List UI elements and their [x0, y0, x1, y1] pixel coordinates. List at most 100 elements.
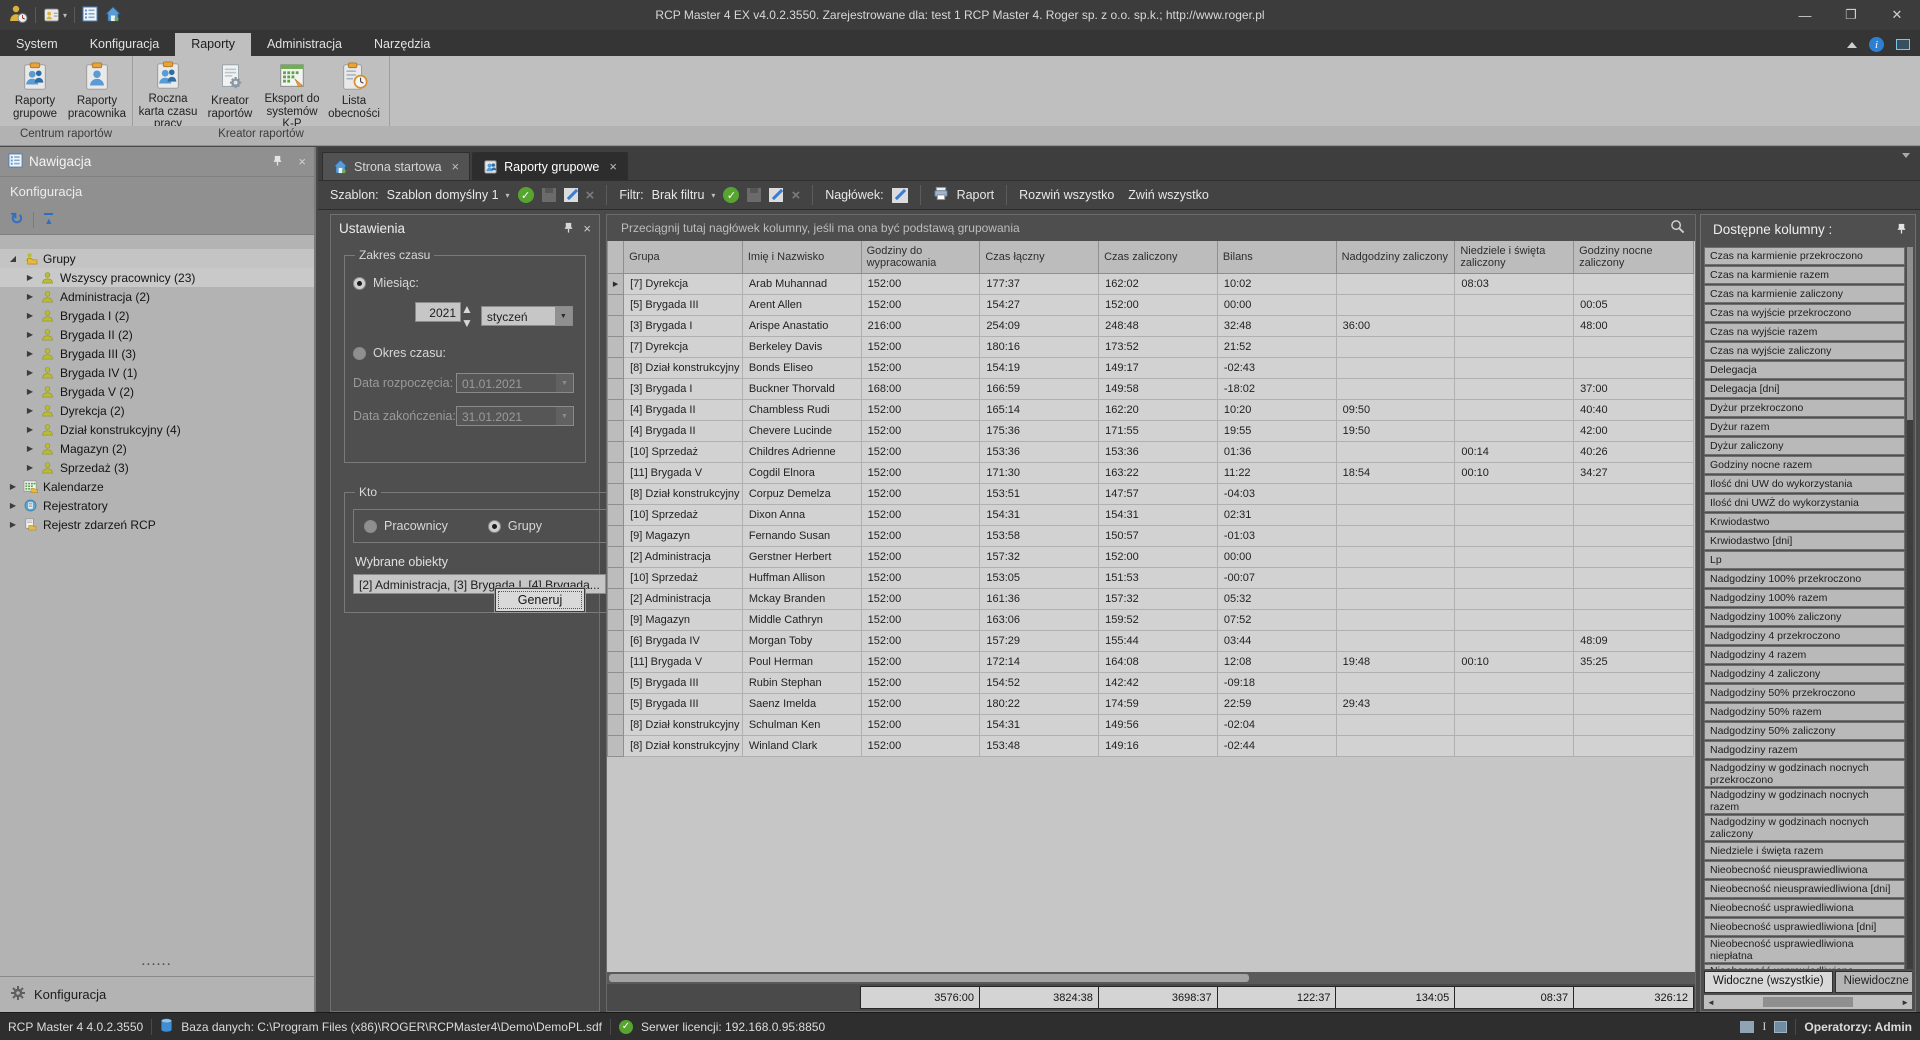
- table-cell[interactable]: [1455, 693, 1574, 714]
- table-cell[interactable]: -04:03: [1217, 483, 1336, 504]
- menu-tab-system[interactable]: System: [0, 33, 74, 56]
- table-row[interactable]: [8] Dział konstrukcyjnySchulman Ken152:0…: [608, 714, 1694, 735]
- table-cell[interactable]: [1455, 714, 1574, 735]
- table-cell[interactable]: 34:27: [1574, 462, 1694, 483]
- available-column-item[interactable]: Nadgodziny w godzinach nocnych przekrocz…: [1704, 760, 1905, 787]
- table-cell[interactable]: [1455, 483, 1574, 504]
- table-cell[interactable]: [5] Brygada III: [624, 672, 743, 693]
- table-cell[interactable]: Chambless Rudi: [742, 399, 861, 420]
- table-cell[interactable]: 48:00: [1574, 315, 1694, 336]
- table-cell[interactable]: [1455, 588, 1574, 609]
- table-cell[interactable]: 152:00: [861, 609, 980, 630]
- table-cell[interactable]: 19:50: [1336, 420, 1455, 441]
- available-column-item[interactable]: Lp: [1704, 551, 1905, 569]
- collapsed-arrow-icon[interactable]: ▶: [25, 292, 35, 301]
- szablon-dropdown[interactable]: Szablon domyślny 1▾: [387, 188, 510, 202]
- table-cell[interactable]: [1455, 735, 1574, 756]
- available-column-item[interactable]: Nieobecność usprawiedliwiona: [1704, 899, 1905, 917]
- table-cell[interactable]: [1574, 567, 1694, 588]
- available-column-item[interactable]: Czas na karmienie razem: [1704, 266, 1905, 284]
- close-tab-icon[interactable]: ×: [609, 159, 617, 174]
- available-column-item[interactable]: Godziny nocne razem: [1704, 456, 1905, 474]
- table-cell[interactable]: 157:29: [980, 630, 1099, 651]
- table-cell[interactable]: 02:31: [1217, 504, 1336, 525]
- table-cell[interactable]: 147:57: [1099, 483, 1218, 504]
- table-cell[interactable]: 142:42: [1099, 672, 1218, 693]
- pin-icon[interactable]: [1896, 222, 1907, 237]
- table-cell[interactable]: 42:00: [1574, 420, 1694, 441]
- table-row[interactable]: ▶[7] DyrekcjaArab Muhannad152:00177:3716…: [608, 273, 1694, 294]
- table-cell[interactable]: [4] Brygada II: [624, 420, 743, 441]
- available-column-item[interactable]: Nieobecność usprawiedliwiona [dni]: [1704, 918, 1905, 936]
- table-cell[interactable]: 174:59: [1099, 693, 1218, 714]
- table-cell[interactable]: [1336, 546, 1455, 567]
- table-cell[interactable]: [5] Brygada III: [624, 693, 743, 714]
- table-row[interactable]: [10] SprzedażChildres Adrienne152:00153:…: [608, 441, 1694, 462]
- table-cell[interactable]: 05:32: [1217, 588, 1336, 609]
- collapsed-arrow-icon[interactable]: ▶: [25, 311, 35, 320]
- available-column-item[interactable]: Nadgodziny 100% razem: [1704, 589, 1905, 607]
- table-cell[interactable]: 162:20: [1099, 399, 1218, 420]
- table-cell[interactable]: [1336, 378, 1455, 399]
- table-cell[interactable]: [1336, 504, 1455, 525]
- table-cell[interactable]: 154:19: [980, 357, 1099, 378]
- column-header[interactable]: Godziny nocne zaliczony: [1574, 241, 1694, 273]
- horizontal-scrollbar[interactable]: ◄ ►: [1704, 995, 1912, 1009]
- table-cell[interactable]: Corpuz Demelza: [742, 483, 861, 504]
- table-cell[interactable]: 48:09: [1574, 630, 1694, 651]
- tree-item[interactable]: ▶Rejestr zdarzeń RCP: [0, 515, 314, 534]
- table-cell[interactable]: 152:00: [861, 420, 980, 441]
- table-cell[interactable]: [1455, 336, 1574, 357]
- table-row[interactable]: [5] Brygada IIIRubin Stephan152:00154:52…: [608, 672, 1694, 693]
- tree-item[interactable]: ▶Brygada III (3): [0, 344, 314, 363]
- table-cell[interactable]: [1455, 420, 1574, 441]
- table-row[interactable]: [8] Dział konstrukcyjnyBonds Eliseo152:0…: [608, 357, 1694, 378]
- printer-icon[interactable]: [933, 186, 949, 204]
- collapse-all-button[interactable]: Zwiń wszystko: [1128, 188, 1209, 202]
- column-header[interactable]: Niedziele i święta zaliczony: [1455, 241, 1574, 273]
- collapsed-arrow-icon[interactable]: ▶: [25, 425, 35, 434]
- table-cell[interactable]: 157:32: [980, 546, 1099, 567]
- table-cell[interactable]: [1336, 609, 1455, 630]
- menu-tab-administracja[interactable]: Administracja: [251, 33, 358, 56]
- scrollbar-thumb[interactable]: [1763, 997, 1853, 1007]
- menu-tab-konfiguracja[interactable]: Konfiguracja: [74, 33, 176, 56]
- table-row[interactable]: [2] AdministracjaGerstner Herbert152:001…: [608, 546, 1694, 567]
- column-header[interactable]: Nadgodziny zaliczony: [1336, 241, 1455, 273]
- table-cell[interactable]: [1336, 672, 1455, 693]
- table-cell[interactable]: [7] Dyrekcja: [624, 273, 743, 294]
- tree-item[interactable]: ▶Magazyn (2): [0, 439, 314, 458]
- table-cell[interactable]: [1336, 483, 1455, 504]
- info-icon[interactable]: i: [1869, 37, 1884, 52]
- table-cell[interactable]: Chevere Lucinde: [742, 420, 861, 441]
- scroll-right-icon[interactable]: ►: [1901, 998, 1909, 1007]
- table-row[interactable]: [3] Brygada IArispe Anastatio216:00254:0…: [608, 315, 1694, 336]
- table-cell[interactable]: [1336, 441, 1455, 462]
- vertical-scrollbar[interactable]: [1907, 247, 1913, 969]
- collapsed-arrow-icon[interactable]: ▶: [8, 520, 18, 529]
- apply-filter-icon[interactable]: ✓: [723, 187, 739, 203]
- table-cell[interactable]: 37:00: [1574, 378, 1694, 399]
- table-cell[interactable]: 152:00: [861, 294, 980, 315]
- table-cell[interactable]: [1455, 672, 1574, 693]
- table-cell[interactable]: 36:00: [1336, 315, 1455, 336]
- table-cell[interactable]: Mckay Branden: [742, 588, 861, 609]
- table-cell[interactable]: 162:02: [1099, 273, 1218, 294]
- table-cell[interactable]: Berkeley Davis: [742, 336, 861, 357]
- available-column-item[interactable]: Nadgodziny 4 przekroczono: [1704, 627, 1905, 645]
- collapsed-arrow-icon[interactable]: ▶: [25, 349, 35, 358]
- table-cell[interactable]: 152:00: [861, 273, 980, 294]
- table-cell[interactable]: [9] Magazyn: [624, 525, 743, 546]
- table-cell[interactable]: 29:43: [1336, 693, 1455, 714]
- document-tab[interactable]: Strona startowa×: [322, 152, 470, 180]
- tree-item[interactable]: ▶Rejestratory: [0, 496, 314, 515]
- available-column-item[interactable]: Krwiodastwo: [1704, 513, 1905, 531]
- table-cell[interactable]: [1455, 525, 1574, 546]
- edit-filter-icon[interactable]: [769, 188, 783, 202]
- available-column-item[interactable]: Nadgodziny w godzinach nocnych zaliczony: [1704, 815, 1905, 841]
- table-cell[interactable]: 10:20: [1217, 399, 1336, 420]
- table-cell[interactable]: 19:48: [1336, 651, 1455, 672]
- collapsed-arrow-icon[interactable]: ▶: [25, 463, 35, 472]
- close-panel-icon[interactable]: ×: [583, 221, 591, 236]
- table-cell[interactable]: 149:17: [1099, 357, 1218, 378]
